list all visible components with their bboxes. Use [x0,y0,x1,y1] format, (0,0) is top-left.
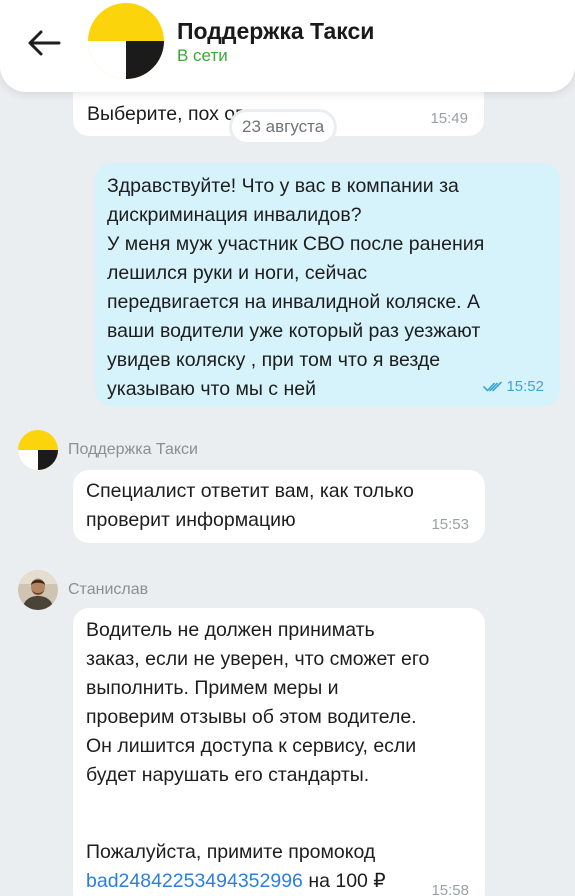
sender-row-agent: Станислав [18,570,148,610]
online-status: В сети [177,46,228,65]
sender-name: Станислав [68,581,149,598]
yandex-taxi-logo-icon [88,3,164,79]
promo-line: Пожалуйста, примите промокод bad24842253… [86,838,386,896]
outgoing-message[interactable]: Здравствуйте! Что у вас в компании за ди… [95,163,560,406]
message-time: 15:49 [430,110,468,127]
chat-title: Поддержка Такси [177,18,375,44]
incoming-message[interactable]: Специалист ответит вам, как только прове… [73,470,485,543]
message-text: Водитель не должен принимать заказ, если… [86,619,430,786]
arrow-left-icon [28,30,61,56]
sender-row-support: Поддержка Такси [18,430,198,470]
message-time: 15:58 [431,882,469,896]
message-text: Здравствуйте! Что у вас в компании за ди… [107,175,485,400]
back-button[interactable] [26,28,62,58]
agent-avatar[interactable] [18,570,58,610]
support-avatar[interactable] [88,3,164,79]
message-time: 15:53 [431,516,469,533]
double-check-icon [483,381,503,391]
promo-prefix: Пожалуйста, примите промокод [86,841,376,863]
yandex-taxi-logo-icon [18,430,58,470]
sender-name: Поддержка Такси [68,441,198,458]
support-mini-avatar[interactable] [18,430,58,470]
incoming-message[interactable]: Водитель не должен принимать заказ, если… [73,608,485,896]
person-photo-icon [18,570,58,610]
chat-header: Поддержка Такси В сети [0,0,575,92]
promo-code-link[interactable]: bad24842253494352996 [86,870,303,892]
message-meta: 15:52 [483,372,544,401]
date-divider: 23 августа [232,112,335,142]
chat-screen: Поддержка Такси В сети Выберите, пох опр… [0,0,575,896]
message-text: Специалист ответит вам, как только прове… [86,480,414,531]
message-time: 15:52 [506,378,544,395]
promo-suffix: на 100 ₽ [302,870,386,892]
